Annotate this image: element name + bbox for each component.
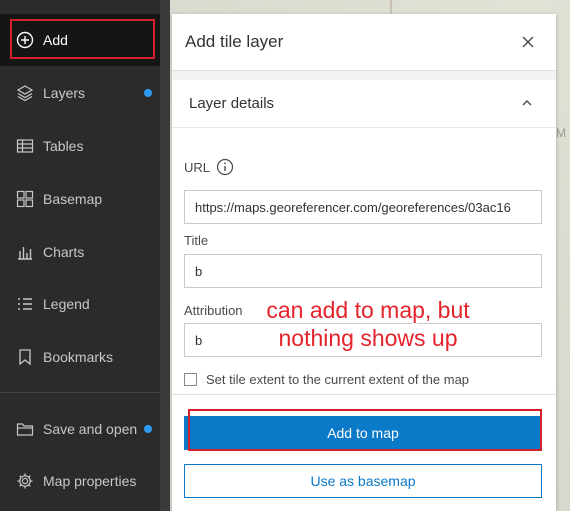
section-title: Layer details [189,95,275,112]
panel-gutter [160,0,170,511]
plus-circle-icon [15,30,35,50]
annotation-line-2: nothing shows up [278,325,458,351]
indicator-dot [144,89,152,97]
info-icon[interactable] [216,158,234,176]
gear-icon [15,471,35,491]
title-field[interactable] [184,254,542,288]
sidebar-item-label: Bookmarks [43,349,114,365]
panel-header: Add tile layer [172,14,556,71]
annotation-line-1: can add to map, but [266,297,470,323]
sidebar-item-save-and-open[interactable]: Save and open [0,403,160,455]
attribution-label: Attribution [184,303,243,318]
checkbox-label: Set tile extent to the current extent of… [206,372,470,387]
legend-icon [15,294,35,314]
sidebar-item-label: Tables [43,138,84,154]
sidebar-item-basemap[interactable]: Basemap [0,173,160,225]
tile-extent-checkbox[interactable] [184,373,197,386]
sidebar-item-legend[interactable]: Legend [0,278,160,330]
sidebar-item-tables[interactable]: Tables [0,120,160,172]
sidebar-item-label: Layers [43,85,86,101]
sidebar-item-label: Charts [43,244,85,260]
add-tile-layer-panel: Add tile layer Layer details URL Title A… [172,14,556,511]
sidebar-item-label: Map properties [43,473,137,489]
tile-extent-option[interactable]: Set tile extent to the current extent of… [184,372,469,387]
sidebar-item-add[interactable]: Add [0,14,160,66]
sidebar-item-label: Basemap [43,191,103,207]
panel-title: Add tile layer [185,32,284,51]
table-icon [15,136,35,156]
bookmark-icon [15,347,35,367]
map-label: M [556,126,566,140]
sidebar-item-label: Legend [43,296,90,312]
layer-details-header[interactable]: Layer details [172,80,556,128]
url-label: URL [184,160,211,175]
panel-footer: Add to map Use as basemap [172,394,556,511]
layer-details-section: Layer details URL Title Attribution Set … [172,80,556,400]
annotation-text: can add to map, but nothing shows up [248,296,488,352]
chart-icon [15,242,35,262]
sidebar-item-label: Add [43,32,68,48]
url-field[interactable] [184,190,542,224]
indicator-dot [144,425,152,433]
sidebar-item-bookmarks[interactable]: Bookmarks [0,331,160,383]
close-icon[interactable] [520,34,536,50]
folder-icon [15,419,35,439]
basemap-icon [15,189,35,209]
sidebar-item-map-properties[interactable]: Map properties [0,455,160,507]
sidebar: Add Layers Tables Basemap Charts Legend [0,0,160,511]
title-label: Title [184,233,209,248]
sidebar-item-charts[interactable]: Charts [0,226,160,278]
sidebar-item-label: Save and open [43,421,138,437]
add-to-map-button[interactable]: Add to map [184,416,542,450]
use-as-basemap-button[interactable]: Use as basemap [184,464,542,498]
sidebar-divider [0,392,160,393]
layers-icon [15,83,35,103]
sidebar-item-layers[interactable]: Layers [0,67,160,119]
chevron-up-icon[interactable] [520,96,534,110]
